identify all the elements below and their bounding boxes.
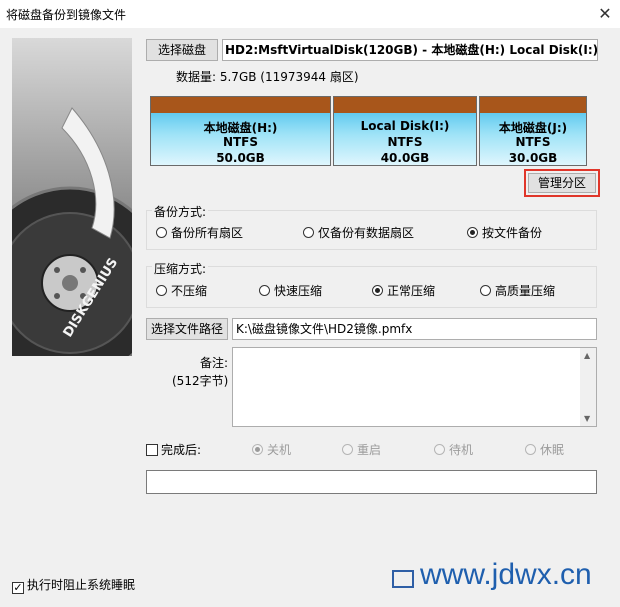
after-shutdown-radio[interactable]: 关机: [252, 441, 291, 458]
option-label: 按文件备份: [482, 226, 543, 240]
partition-fs: NTFS: [387, 135, 423, 149]
manage-partitions-label: 管理分区: [528, 173, 596, 193]
option-label: 重启: [357, 443, 382, 457]
partition-header-bar: [151, 97, 330, 113]
scroll-down-icon[interactable]: ▼: [584, 414, 590, 423]
checkbox-checked-icon: ✓: [12, 581, 24, 594]
partition-fs: NTFS: [515, 135, 551, 149]
after-hibernate-radio[interactable]: 休眠: [525, 441, 564, 458]
watermark-box-icon: [392, 570, 414, 588]
partition-block-h[interactable]: 本地磁盘(H:) NTFS 50.0GB: [150, 96, 331, 166]
after-restart-radio[interactable]: 重启: [342, 441, 381, 458]
partition-header-bar: [334, 97, 476, 113]
fast-compression-radio[interactable]: 快速压缩: [259, 282, 322, 299]
option-label: 休眠: [540, 443, 565, 457]
note-label: 备注:: [200, 356, 229, 370]
radio-icon: [434, 444, 445, 455]
radio-selected-icon: [467, 227, 478, 238]
radio-icon: [156, 285, 167, 296]
radio-icon: [303, 227, 314, 238]
prevent-sleep-checkbox[interactable]: ✓ 执行时阻止系统睡眠: [12, 576, 135, 594]
manage-partitions-button[interactable]: 管理分区: [524, 169, 600, 197]
watermark-text: www.jdwx.cn: [420, 558, 592, 591]
note-textarea[interactable]: ▲ ▼: [232, 347, 597, 427]
normal-compression-radio[interactable]: 正常压缩: [372, 282, 435, 299]
radio-selected-icon: [252, 444, 263, 455]
radio-icon: [480, 285, 491, 296]
after-done-field[interactable]: [146, 470, 597, 494]
option-label: 快速压缩: [274, 284, 323, 298]
data-size-label: 数据量: 5.7GB (11973944 扇区): [176, 70, 359, 84]
checkbox-icon: [146, 444, 158, 456]
checkbox-label: 完成后:: [161, 443, 202, 457]
note-scrollbar[interactable]: ▲ ▼: [580, 348, 596, 426]
backup-all-sectors-radio[interactable]: 备份所有扇区: [156, 224, 243, 241]
backup-data-sectors-radio[interactable]: 仅备份有数据扇区: [303, 224, 414, 241]
select-disk-button[interactable]: 选择磁盘: [146, 39, 218, 61]
option-label: 仅备份有数据扇区: [318, 226, 415, 240]
high-compression-radio[interactable]: 高质量压缩: [480, 282, 555, 299]
partition-fs: NTFS: [222, 135, 259, 149]
close-icon[interactable]: ✕: [594, 3, 616, 25]
partition-name: 本地磁盘(H:): [203, 121, 278, 135]
radio-icon: [342, 444, 353, 455]
compression-mode-label: 压缩方式:: [152, 260, 209, 277]
radio-selected-icon: [372, 285, 383, 296]
option-label: 备份所有扇区: [171, 226, 244, 240]
partition-size: 30.0GB: [508, 151, 558, 165]
radio-icon: [525, 444, 536, 455]
partition-block-j[interactable]: 本地磁盘(J:) NTFS 30.0GB: [479, 96, 587, 166]
partition-size: 40.0GB: [380, 151, 430, 165]
partition-name: 本地磁盘(J:): [498, 121, 568, 135]
option-label: 关机: [267, 443, 292, 457]
window-title: 将磁盘备份到镜像文件: [6, 8, 127, 22]
scroll-up-icon[interactable]: ▲: [584, 351, 590, 360]
radio-icon: [259, 285, 270, 296]
partition-size: 50.0GB: [216, 151, 265, 165]
option-label: 正常压缩: [387, 284, 436, 298]
file-path-input[interactable]: K:\磁盘镜像文件\HD2镜像.pmfx: [232, 318, 597, 340]
option-label: 待机: [449, 443, 474, 457]
partition-name: Local Disk(I:): [360, 119, 450, 133]
select-file-path-button[interactable]: 选择文件路径: [146, 318, 228, 340]
no-compression-radio[interactable]: 不压缩: [156, 282, 207, 299]
partition-block-i[interactable]: Local Disk(I:) NTFS 40.0GB: [333, 96, 477, 166]
after-done-checkbox[interactable]: 完成后:: [146, 441, 201, 458]
disk-description-field: HD2:MsftVirtualDisk(120GB) - 本地磁盘(H:) Lo…: [222, 39, 598, 61]
note-size-hint: (512字节): [172, 374, 229, 388]
partition-header-bar: [480, 97, 586, 113]
hard-drive-illustration: DISKGENIUS: [12, 107, 132, 356]
option-label: 不压缩: [171, 284, 208, 298]
hard-drive-banner-image: DISKGENIUS: [12, 38, 132, 356]
after-standby-radio[interactable]: 待机: [434, 441, 473, 458]
backup-mode-label: 备份方式:: [152, 203, 209, 220]
backup-by-file-radio[interactable]: 按文件备份: [467, 224, 542, 241]
radio-icon: [156, 227, 167, 238]
checkbox-label: 执行时阻止系统睡眠: [27, 578, 136, 592]
option-label: 高质量压缩: [495, 284, 556, 298]
